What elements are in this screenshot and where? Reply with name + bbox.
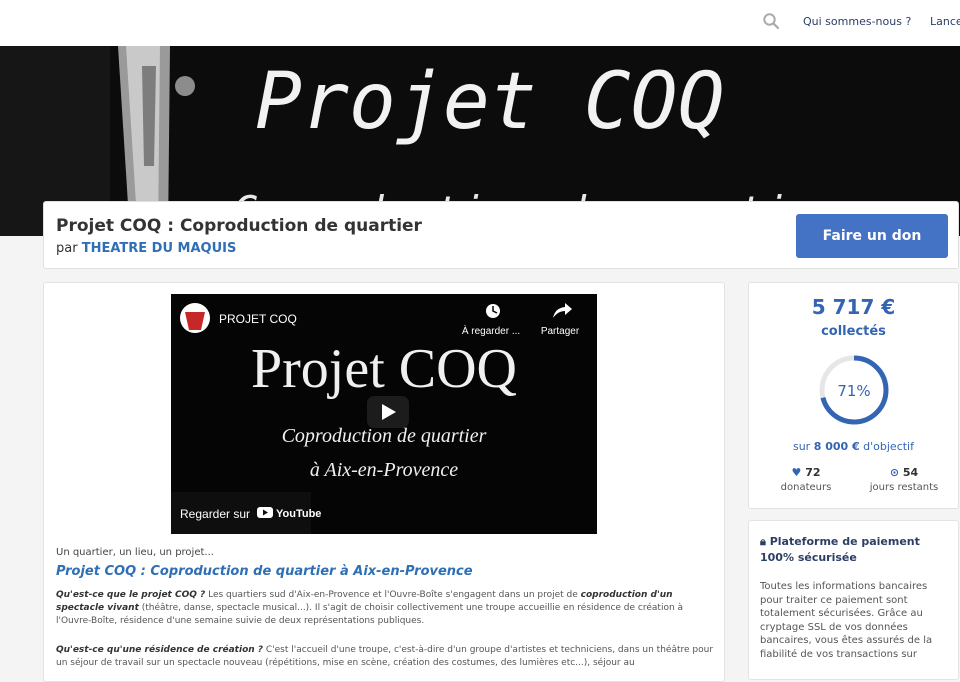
youtube-label: YouTube	[276, 508, 321, 520]
secure-text: Toutes les informations bancaires pour t…	[760, 581, 933, 660]
video-player[interactable]: PROJET COQ Projet COQ Coproduction de qu…	[171, 294, 597, 534]
question-residence: Qu'est-ce qu'une résidence de création ?	[56, 645, 264, 655]
paragraph-project: Qu'est-ce que le projet COQ ? Les quarti…	[56, 589, 716, 628]
clock-icon: ⊙	[889, 466, 900, 479]
intro-line: Un quartier, un lieu, un projet...	[56, 547, 214, 558]
progress-ring: 71%	[819, 355, 889, 425]
by-prefix: par	[56, 241, 78, 256]
watch-later-label[interactable]: À regarder ...	[462, 324, 520, 337]
paragraph-project-text: Les quartiers sud d'Aix-en-Provence et l…	[205, 590, 581, 600]
heart-icon: ♥	[791, 466, 802, 479]
watch-later-icon[interactable]	[486, 304, 500, 318]
video-channel-name: PROJET COQ	[219, 312, 297, 326]
play-button-icon[interactable]	[367, 396, 409, 428]
project-description-card: PROJET COQ Projet COQ Coproduction de qu…	[43, 282, 725, 682]
watch-on-label: Regarder sur	[180, 507, 250, 521]
share-label[interactable]: Partager	[541, 326, 580, 337]
amount-collected: 5 717 €	[811, 295, 896, 319]
project-organizer-line: par THEATRE DU MAQUIS	[56, 241, 236, 256]
donors-count: 72	[805, 466, 821, 479]
top-navbar: Qui sommes-nous ? Lance	[0, 0, 960, 47]
progress-percent: 71%	[837, 382, 870, 400]
video-thumbnail: PROJET COQ Projet COQ Coproduction de qu…	[171, 294, 597, 534]
goal-suffix: d'objectif	[863, 440, 914, 453]
project-title: Projet COQ : Coproduction de quartier	[56, 216, 422, 236]
donors-stat: ♥ 72 donateurs	[761, 466, 851, 493]
content-heading: Projet COQ : Coproduction de quartier à …	[56, 564, 473, 579]
secure-title: 🔒︎ Plateforme de paiement 100% sécurisée	[760, 534, 950, 566]
video-title-line1: Projet COQ	[251, 338, 517, 400]
donors-label: donateurs	[780, 482, 832, 493]
question-project: Qu'est-ce que le projet COQ ?	[56, 590, 206, 600]
days-count: 54	[902, 466, 919, 479]
goal-line: sur 8 000 € d'objectif	[749, 440, 958, 453]
donate-button[interactable]: Faire un don	[796, 214, 948, 258]
goal-prefix: sur	[792, 440, 811, 453]
banner-title: Projet COQ	[255, 57, 725, 147]
paragraph-project-text-2: (théâtre, danse, spectacle musical...). …	[56, 603, 684, 626]
paragraph-residence: Qu'est-ce qu'une résidence de création ?…	[56, 644, 716, 670]
nav-link-about[interactable]: Qui sommes-nous ?	[803, 15, 911, 28]
days-stat: ⊙ 54 jours restants	[859, 466, 949, 493]
organizer-link[interactable]: THEATRE DU MAQUIS	[82, 241, 237, 256]
days-label: jours restants	[869, 482, 939, 493]
secure-payment-card: 🔒︎ Plateforme de paiement 100% sécurisée…	[748, 520, 959, 680]
video-title-line3: à Aix-en-Provence	[310, 459, 458, 481]
project-header-card: Projet COQ : Coproduction de quartier pa…	[43, 201, 959, 269]
nav-link-launch[interactable]: Lance	[930, 15, 960, 28]
collected-label: collectés	[821, 324, 886, 339]
funding-stats-card: 5 717 € collectés 71% sur 8 000 € d'obje…	[748, 282, 959, 509]
watch-on-youtube-button[interactable]: Regarder sur YouTube	[171, 492, 321, 534]
goal-amount: 8 000 €	[813, 440, 860, 453]
secure-title-text: Plateforme de paiement 100% sécurisée	[760, 535, 920, 564]
lock-icon: 🔒︎	[760, 535, 766, 548]
search-icon[interactable]	[762, 12, 780, 30]
video-title-line2: Coproduction de quartier	[282, 425, 487, 447]
